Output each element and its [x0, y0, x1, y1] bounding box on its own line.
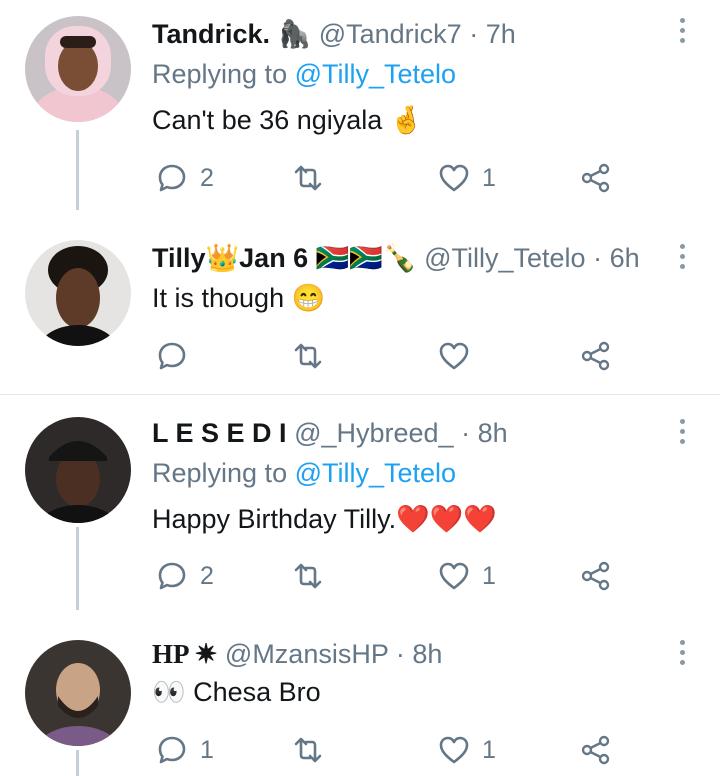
tweet-header: Tilly👑Jan 6 🇿🇦🇿🇦🍾 @Tilly_Tetelo · 6h — [152, 240, 660, 276]
avatar[interactable] — [25, 240, 131, 346]
display-name[interactable]: Tandrick. — [152, 19, 270, 49]
separator: · — [469, 19, 479, 49]
reply-count: 2 — [200, 163, 214, 192]
like-button[interactable] — [438, 336, 482, 376]
tweet-text: Can't be 36 ngiyala 🤞 — [152, 102, 423, 138]
hearts-icon: ❤️❤️❤️ — [396, 504, 497, 534]
more-icon[interactable] — [680, 244, 686, 269]
like-count: 1 — [482, 735, 496, 764]
retweet-button[interactable] — [292, 336, 336, 376]
tweet-2[interactable]: Tilly👑Jan 6 🇿🇦🇿🇦🍾 @Tilly_Tetelo · 6h It … — [0, 210, 720, 394]
handle[interactable]: @Tilly_Tetelo — [424, 243, 585, 273]
tweet-3[interactable]: L E S E D I @_Hybreed_ · 8h Replying to … — [0, 395, 720, 610]
tweet-text-body: Can't be 36 ngiyala — [152, 105, 390, 135]
tweet-text-body: Happy Birthday Tilly. — [152, 504, 397, 534]
timestamp[interactable]: 7h — [486, 19, 516, 49]
crown-icon: 👑 — [205, 243, 240, 273]
replying-to: Replying to @Tilly_Tetelo — [152, 56, 456, 92]
more-icon[interactable] — [680, 640, 686, 665]
more-icon[interactable] — [680, 18, 686, 43]
separator: · — [395, 639, 405, 669]
tweet-text-body: It is though — [152, 283, 292, 313]
handle[interactable]: @MzansisHP — [225, 639, 388, 669]
replying-to-label: Replying to — [152, 458, 288, 488]
tweet-header: HP ✷ @MzansisHP · 8h — [152, 636, 660, 672]
replying-to: Replying to @Tilly_Tetelo — [152, 455, 456, 491]
thread-line — [76, 130, 79, 210]
share-button[interactable] — [580, 730, 612, 770]
share-icon — [581, 561, 610, 591]
like-count: 1 — [482, 561, 496, 590]
retweet-icon — [294, 343, 322, 369]
replying-to-link[interactable]: @Tilly_Tetelo — [295, 59, 456, 89]
share-button[interactable] — [580, 336, 612, 376]
share-icon — [581, 341, 610, 371]
like-button[interactable]: 1 — [438, 556, 496, 596]
like-icon — [439, 342, 469, 370]
avatar[interactable] — [25, 16, 131, 122]
more-icon[interactable] — [680, 419, 686, 444]
eyes-icon: 👀 — [152, 677, 186, 707]
tweet-1[interactable]: Tandrick. 🦍 @Tandrick7 · 7h Replying to … — [0, 0, 720, 210]
tweet-4[interactable]: HP ✷ @MzansisHP · 8h 👀 Chesa Bro 1 1 — [0, 610, 720, 776]
retweet-button[interactable] — [292, 556, 336, 596]
separator: · — [461, 418, 471, 448]
replying-to-label: Replying to — [152, 59, 288, 89]
share-icon — [581, 735, 610, 765]
reply-button[interactable] — [156, 336, 200, 376]
tweet-text: 👀 Chesa Bro — [152, 674, 321, 710]
handle[interactable]: @Tandrick7 — [319, 19, 462, 49]
tweet-header: L E S E D I @_Hybreed_ · 8h — [152, 415, 660, 451]
retweet-icon — [294, 165, 322, 191]
reply-count: 2 — [200, 561, 214, 590]
reply-icon — [158, 562, 186, 590]
reply-button[interactable]: 2 — [156, 556, 214, 596]
tweet-text: Happy Birthday Tilly.❤️❤️❤️ — [152, 501, 497, 537]
share-button[interactable] — [580, 158, 612, 198]
like-button[interactable]: 1 — [438, 730, 496, 770]
share-button[interactable] — [580, 556, 612, 596]
tweet-actions: 2 1 — [152, 556, 622, 596]
reply-count: 1 — [200, 735, 214, 764]
display-name[interactable]: Tilly👑Jan 6 — [152, 243, 308, 273]
reply-icon — [158, 342, 186, 370]
display-name[interactable]: L E S E D I — [152, 418, 287, 448]
flags-bottle-icon: 🇿🇦🇿🇦🍾 — [315, 243, 417, 273]
retweet-button[interactable] — [292, 158, 336, 198]
share-icon — [581, 163, 610, 193]
timestamp[interactable]: 6h — [610, 243, 640, 273]
like-icon — [439, 164, 469, 192]
reply-icon — [158, 736, 186, 764]
tweet-actions: 2 1 — [152, 158, 622, 198]
like-button[interactable]: 1 — [438, 158, 496, 198]
crossed-fingers-icon: 🤞 — [389, 105, 424, 135]
tweet-text-body: Chesa Bro — [185, 677, 321, 707]
avatar[interactable] — [25, 417, 131, 523]
retweet-icon — [294, 563, 322, 589]
thread-line — [76, 750, 79, 776]
gorilla-icon: 🦍 — [277, 19, 312, 49]
grin-icon: 😁 — [291, 283, 326, 313]
display-name[interactable]: HP ✷ — [152, 639, 217, 669]
reply-button[interactable]: 1 — [156, 730, 214, 770]
like-icon — [439, 562, 469, 590]
thread-line — [76, 527, 79, 610]
reply-icon — [158, 164, 186, 192]
retweet-button[interactable] — [292, 730, 336, 770]
like-icon — [439, 736, 469, 764]
handle[interactable]: @_Hybreed_ — [294, 418, 454, 448]
tweet-actions — [152, 336, 622, 376]
separator: · — [593, 243, 603, 273]
replying-to-link[interactable]: @Tilly_Tetelo — [295, 458, 456, 488]
avatar[interactable] — [25, 640, 131, 746]
like-count: 1 — [482, 163, 496, 192]
timestamp[interactable]: 8h — [412, 639, 442, 669]
timestamp[interactable]: 8h — [478, 418, 508, 448]
reply-button[interactable]: 2 — [156, 158, 214, 198]
retweet-icon — [294, 737, 322, 763]
tweet-text: It is though 😁 — [152, 280, 325, 316]
tweet-actions: 1 1 — [152, 730, 622, 770]
tweet-header: Tandrick. 🦍 @Tandrick7 · 7h — [152, 16, 660, 52]
